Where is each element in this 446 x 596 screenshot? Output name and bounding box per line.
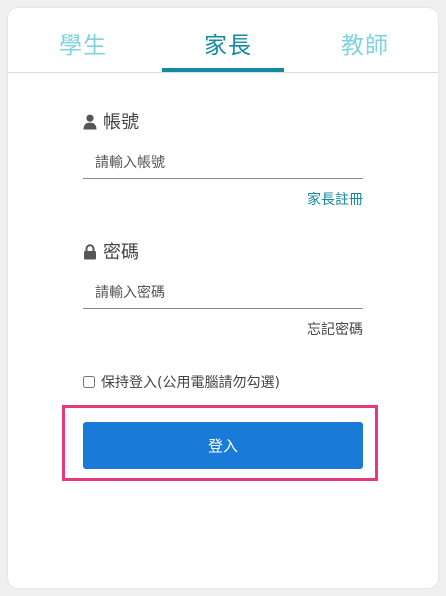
forgot-password-link[interactable]: 忘記密碼 — [307, 319, 363, 339]
user-icon — [83, 113, 97, 130]
login-button[interactable]: 登入 — [83, 422, 363, 469]
password-label-text: 密碼 — [103, 242, 139, 263]
tab-teacher[interactable]: 教師 — [320, 28, 410, 64]
password-label: 密碼 — [83, 241, 139, 265]
lock-icon — [83, 243, 97, 260]
parent-register-link[interactable]: 家長註冊 — [307, 189, 363, 209]
login-card: 學生 家長 教師 帳號 家長註冊 密碼 忘記密碼 保持登入(公用電腦請勿勾選) … — [8, 8, 438, 588]
tab-parent[interactable]: 家長 — [173, 28, 283, 64]
account-input[interactable] — [83, 147, 363, 179]
remember-me-label: 保持登入(公用電腦請勿勾選) — [101, 375, 280, 391]
role-tabs: 學生 家長 教師 — [8, 8, 438, 73]
remember-me[interactable]: 保持登入(公用電腦請勿勾選) — [83, 374, 280, 392]
account-label: 帳號 — [83, 111, 139, 135]
password-input[interactable] — [83, 277, 363, 309]
active-tab-indicator — [162, 68, 284, 72]
remember-me-checkbox[interactable] — [83, 376, 95, 388]
account-label-text: 帳號 — [103, 112, 139, 133]
tab-student[interactable]: 學生 — [38, 28, 128, 64]
